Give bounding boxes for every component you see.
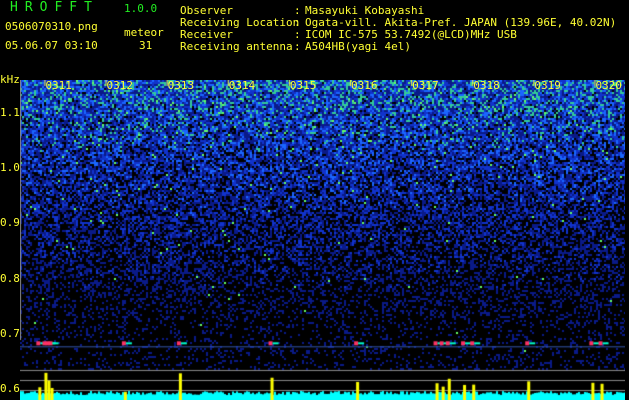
x-tick-label: 0313 [167, 79, 195, 92]
y-tick-label: 0.7 [0, 326, 20, 340]
app-version: 1.0.0 [124, 2, 158, 15]
info-colon: : [294, 40, 301, 53]
x-tick-label: 0315 [289, 79, 317, 92]
x-tick-label: 0318 [473, 79, 500, 92]
filename: 0506070310.png [5, 20, 98, 33]
y-tick-label: 0.9 [0, 216, 20, 230]
y-axis-unit: kHz [0, 73, 20, 86]
x-tick-label: 0316 [351, 79, 378, 92]
info-label-antenna: Receiving antenna [180, 40, 293, 53]
meteor-label: meteor [124, 26, 164, 39]
x-tick-label: 0319 [534, 79, 561, 92]
spectrogram [20, 80, 625, 400]
y-tick-label: 0.6 [0, 381, 20, 395]
y-tick-label: 1.0 [0, 161, 20, 175]
x-tick-label: 0312 [106, 79, 134, 92]
x-tick-label: 0314 [228, 79, 256, 92]
y-tick-label: 1.1 [0, 106, 20, 120]
info-value-antenna: A504HB(yagi 4el) [305, 40, 411, 53]
x-tick-label: 0317 [412, 79, 439, 92]
x-tick-label: 0320 [595, 79, 622, 92]
meteor-count: 31 [139, 39, 153, 52]
y-tick-label: 0.8 [0, 271, 20, 285]
datetime: 05.06.07 03:10 [5, 39, 98, 52]
x-tick-label: 0311 [45, 79, 72, 92]
app-title: HROFFT [10, 0, 99, 15]
